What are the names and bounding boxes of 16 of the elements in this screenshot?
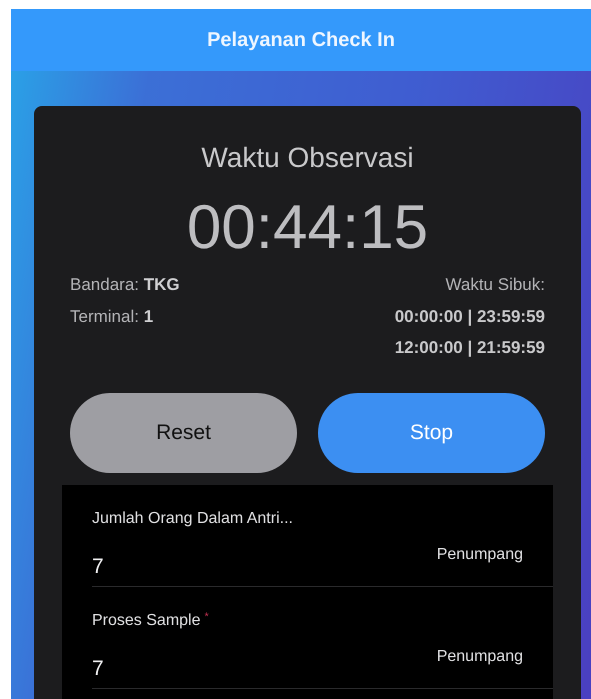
timer-display: 00:44:15	[186, 192, 428, 264]
field-label: Proses Sample *	[92, 610, 210, 630]
busy-time-range: 00:00:00 | 23:59:59	[394, 306, 545, 328]
busy-label: Waktu Sibuk:	[445, 274, 545, 296]
field-label: Jumlah Orang Dalam Antri...	[92, 508, 294, 528]
reset-button[interactable]: Reset	[70, 392, 297, 472]
field-value[interactable]: 7	[92, 550, 104, 582]
field-value[interactable]: 7	[92, 652, 104, 684]
card-title: Waktu Observasi	[201, 141, 414, 175]
unit-label: Penumpang	[436, 646, 523, 666]
busy-time-range: 12:00:00 | 21:59:59	[394, 337, 545, 359]
unit-label: Penumpang	[436, 544, 523, 564]
header-title: Pelayanan Check In	[207, 28, 395, 53]
info-text: Bandara: TKG	[70, 274, 180, 296]
info-text: Terminal: 1	[70, 306, 154, 328]
required-asterisk: *	[204, 610, 209, 622]
